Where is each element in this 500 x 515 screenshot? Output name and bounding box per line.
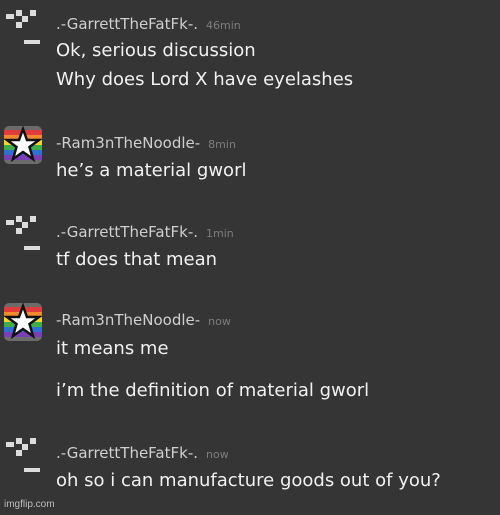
message-text: Why does Lord X have eyelashes bbox=[56, 69, 354, 90]
timestamp: now bbox=[208, 315, 231, 328]
username[interactable]: .-GarrettTheFatFk-. bbox=[56, 223, 198, 241]
pixel-glyph-icon[interactable] bbox=[4, 436, 42, 476]
timestamp: 1min bbox=[206, 227, 234, 240]
message-header: .-GarrettTheFatFk-. now bbox=[56, 443, 229, 462]
message-text: Ok, serious discussion bbox=[56, 40, 256, 61]
username[interactable]: .-GarrettTheFatFk-. bbox=[56, 15, 198, 33]
username[interactable]: -Ram3nTheNoodle- bbox=[56, 134, 200, 152]
pixel-glyph-icon[interactable] bbox=[4, 8, 42, 48]
timestamp: 8min bbox=[208, 138, 236, 151]
pixel-glyph-icon[interactable] bbox=[4, 214, 42, 254]
message-text: i’m the definition of material gworl bbox=[56, 380, 370, 401]
imgflip-watermark: imgflip.com bbox=[4, 499, 55, 510]
message-header: -Ram3nTheNoodle-now bbox=[56, 310, 231, 329]
rainbow-star-icon[interactable] bbox=[4, 126, 42, 166]
message-text: he’s a material gworl bbox=[56, 160, 247, 181]
message-text: tf does that mean bbox=[56, 249, 218, 270]
timestamp: now bbox=[206, 448, 229, 461]
timestamp: 46min bbox=[206, 19, 241, 32]
message-text: it means me bbox=[56, 338, 169, 359]
username[interactable]: -Ram3nTheNoodle- bbox=[56, 311, 200, 329]
message-header: -Ram3nTheNoodle- 8min bbox=[56, 133, 236, 152]
message-header: .-GarrettTheFatFk-. 46min bbox=[56, 14, 241, 33]
rainbow-star-icon[interactable] bbox=[4, 303, 42, 343]
message-text: oh so i can manufacture goods out of you… bbox=[56, 470, 441, 491]
message-header: .-GarrettTheFatFk-. 1min bbox=[56, 222, 234, 241]
username[interactable]: .-GarrettTheFatFk-. bbox=[56, 444, 198, 462]
